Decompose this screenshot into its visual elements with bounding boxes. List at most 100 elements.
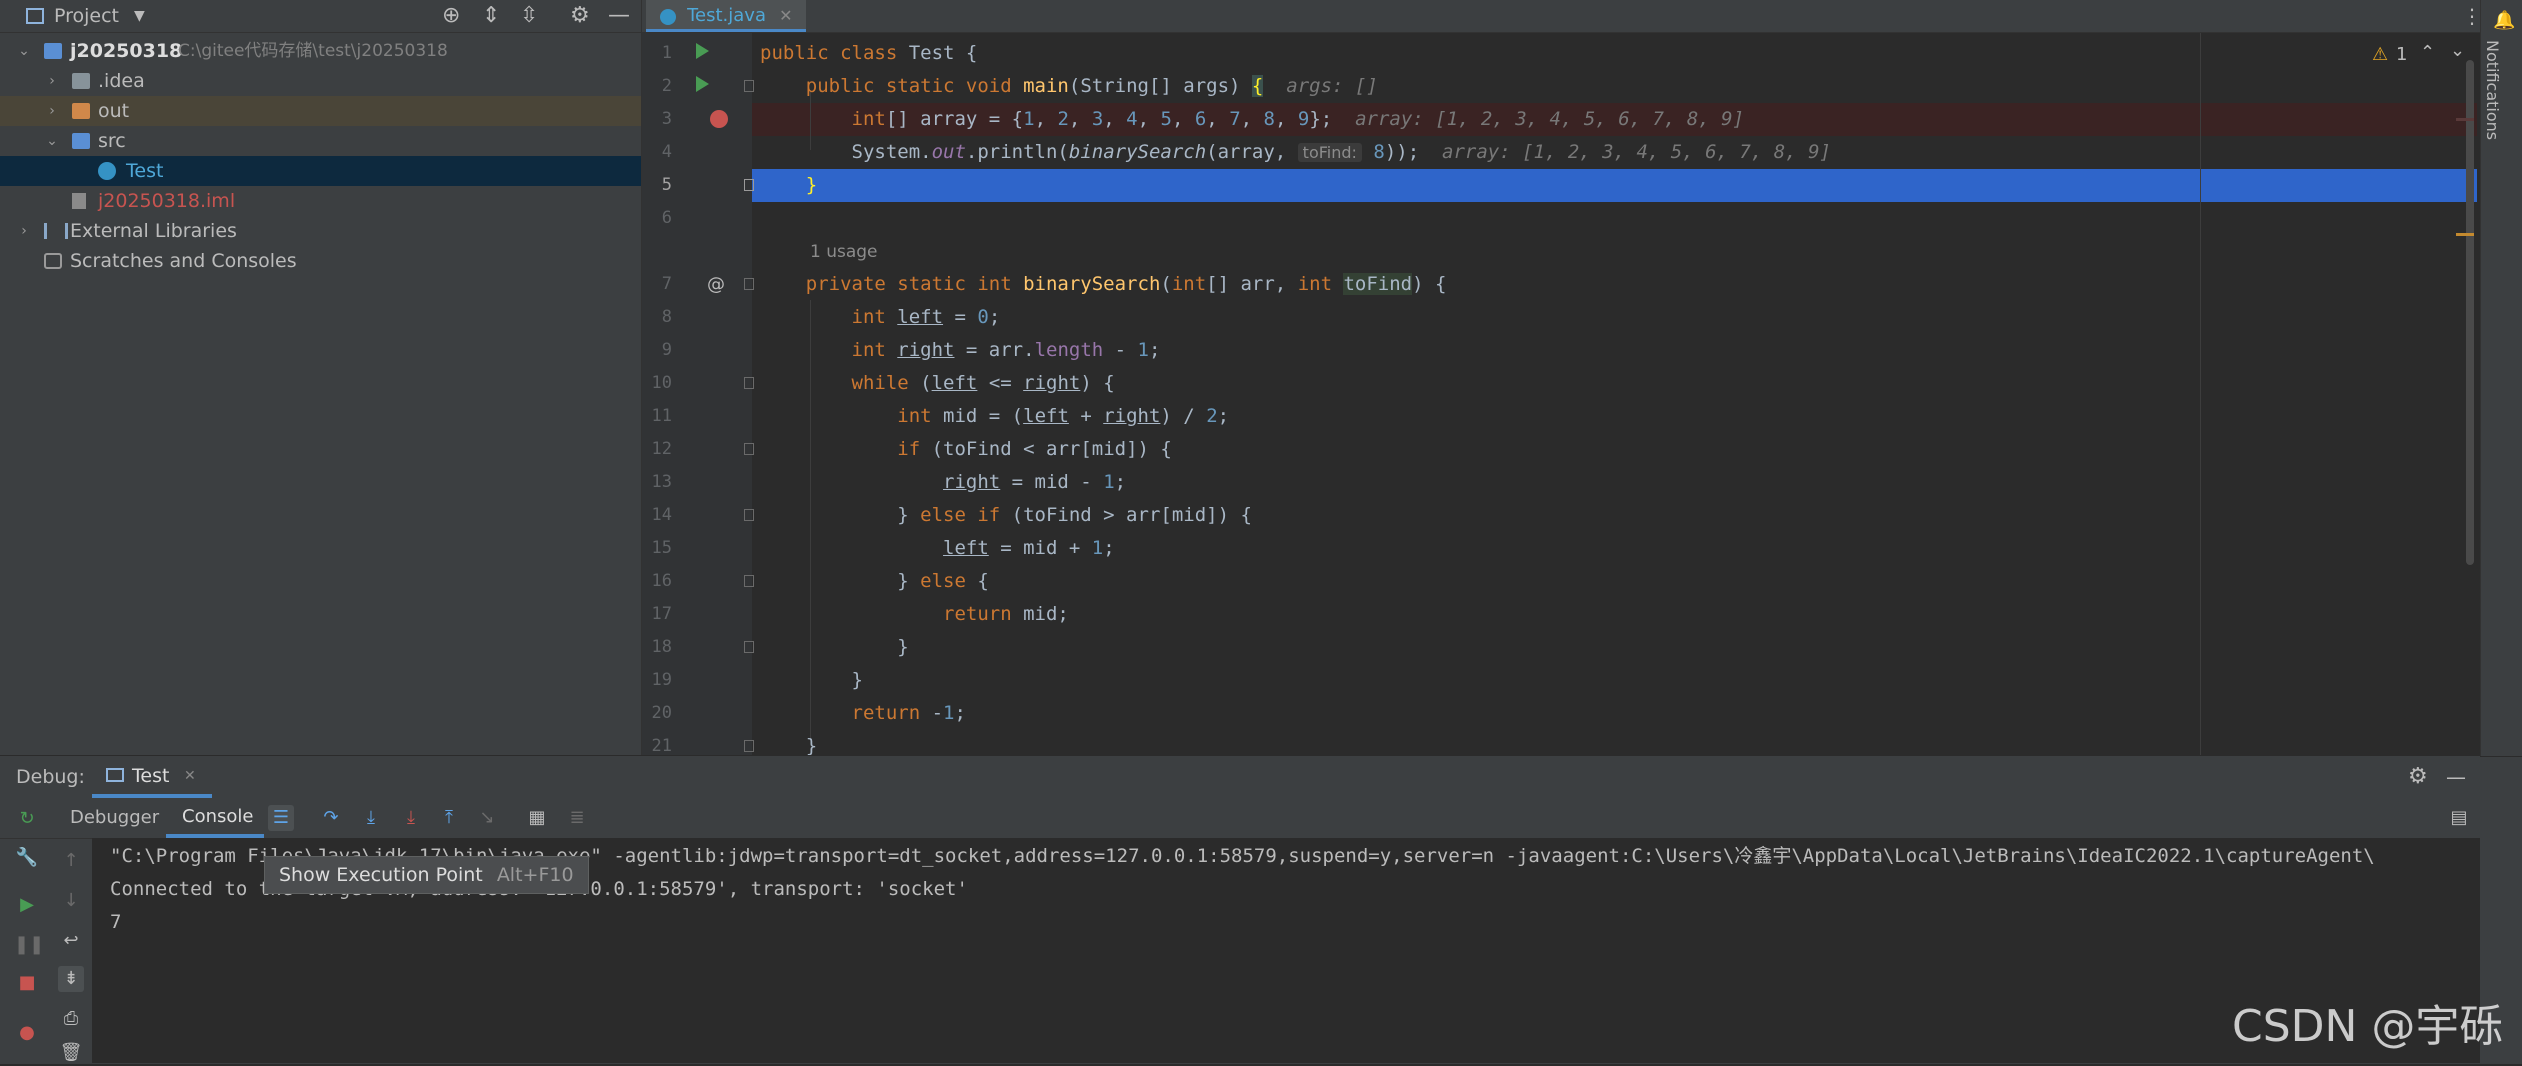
tree-item-external-libraries[interactable]: › External Libraries [0, 216, 641, 246]
stop-icon[interactable]: ■ [14, 970, 40, 996]
chevron-up-icon[interactable]: ⌃ [2420, 42, 2435, 63]
tab-debug-session[interactable]: Test ✕ [92, 756, 212, 798]
line-number: 3 [661, 109, 672, 129]
fold-marker-icon[interactable] [744, 179, 754, 191]
run-icon[interactable] [696, 76, 709, 92]
tree-item-test-class[interactable]: Test [0, 156, 641, 186]
more-vertical-icon[interactable]: ⋮ [2462, 0, 2482, 32]
code-line: } [760, 174, 818, 196]
breakpoint-icon[interactable] [710, 110, 728, 128]
rerun-icon[interactable]: ↻ [14, 806, 40, 832]
fold-marker-icon[interactable] [744, 641, 754, 653]
trace-stream-icon[interactable]: ≣ [564, 805, 590, 831]
force-step-into-icon[interactable]: ⤓ [398, 805, 424, 831]
tree-item-project-root[interactable]: ⌄ j20250318 C:\gitee代码存储\test\j20250318 [0, 36, 641, 66]
run-icon[interactable] [696, 43, 709, 59]
view-breakpoints-icon[interactable]: ● [14, 1020, 40, 1046]
tab-debugger[interactable]: Debugger [58, 798, 159, 838]
locate-icon[interactable]: ⊕ [442, 0, 460, 32]
step-out-icon[interactable]: ⤒ [436, 805, 462, 831]
tooltip: Show Execution Point Alt+F10 [264, 856, 589, 894]
minimize-icon[interactable]: — [608, 0, 630, 32]
code-line: int left = 0; [851, 306, 1001, 328]
line-number: 15 [651, 538, 672, 558]
line-number: 9 [661, 340, 672, 360]
project-panel-header: Project ▼ ⊕ ⇕ ⇳ ⚙ — [0, 0, 641, 33]
print-icon[interactable]: ⎙ [58, 1006, 84, 1032]
line-number: 11 [651, 406, 672, 426]
trash-icon[interactable]: 🗑 [58, 1040, 84, 1066]
usage-hint[interactable]: 1 usage [810, 236, 878, 268]
fold-marker-icon[interactable] [744, 80, 754, 92]
show-execution-point-icon[interactable]: ☰ [268, 805, 294, 831]
class-icon [98, 162, 116, 180]
source-folder-icon [72, 133, 90, 149]
pause-icon[interactable]: ❚❚ [14, 932, 44, 958]
tree-item-label: Test [126, 160, 164, 182]
expand-all-icon[interactable]: ⇕ [482, 0, 500, 32]
run-to-cursor-icon[interactable]: ↘ [474, 805, 500, 831]
fold-marker-icon[interactable] [744, 509, 754, 521]
tree-item-label: .idea [98, 70, 145, 92]
chevron-down-icon[interactable]: ⌄ [42, 126, 62, 156]
close-icon[interactable]: ✕ [184, 756, 196, 796]
wrench-icon[interactable]: 🔧 [14, 845, 40, 871]
override-icon: @ [707, 274, 725, 295]
error-stripe-marker[interactable] [2456, 118, 2474, 121]
error-stripe-marker[interactable] [2456, 233, 2474, 236]
tab-test-java[interactable]: Test.java ✕ [646, 0, 807, 32]
tree-item-label: j20250318 [70, 40, 183, 62]
editor-scrollbar[interactable] [2466, 60, 2474, 565]
down-arrow-icon[interactable]: ↓ [58, 888, 84, 914]
console-line: 7 [110, 911, 122, 933]
code-line: right = mid - 1; [943, 471, 1127, 493]
line-number: 17 [651, 604, 672, 624]
tree-item-label: out [98, 100, 130, 122]
notifications-label[interactable]: Notifications [2483, 40, 2502, 140]
fold-marker-icon[interactable] [744, 443, 754, 455]
layout-icon[interactable]: ▤ [2446, 805, 2472, 831]
scratches-icon [44, 253, 62, 269]
resume-icon[interactable]: ▶ [14, 892, 40, 918]
project-panel-title[interactable]: Project [54, 0, 119, 32]
gear-icon[interactable]: ⚙ [570, 0, 590, 32]
chevron-right-icon[interactable]: › [14, 216, 34, 246]
evaluate-expression-icon[interactable]: ▦ [524, 805, 550, 831]
chevron-right-icon[interactable]: › [42, 96, 62, 126]
step-into-icon[interactable]: ⤓ [358, 805, 384, 831]
close-icon[interactable]: ✕ [779, 6, 792, 25]
code-line: int mid = (left + right) / 2; [897, 405, 1230, 427]
folder-icon [72, 73, 90, 89]
chevron-down-icon[interactable]: ⌄ [14, 36, 34, 66]
tab-console[interactable]: Console [166, 798, 264, 838]
warning-count[interactable]: 1 [2396, 44, 2407, 65]
tree-item-idea[interactable]: › .idea [0, 66, 641, 96]
line-number: 1 [661, 43, 672, 63]
tree-item-iml[interactable]: j20250318.iml [0, 186, 641, 216]
warning-icon[interactable]: ⚠ [2372, 44, 2388, 65]
chevron-down-icon[interactable]: ▼ [134, 0, 145, 32]
tree-item-src[interactable]: ⌄ src [0, 126, 641, 156]
collapse-all-icon[interactable]: ⇳ [520, 0, 538, 32]
fold-marker-icon[interactable] [744, 278, 754, 290]
minimize-icon[interactable]: — [2446, 756, 2466, 798]
notifications-icon[interactable]: 🔔 [2493, 10, 2515, 31]
scroll-to-end-icon[interactable]: ⇟ [58, 966, 84, 992]
code-line: } [760, 636, 909, 658]
code-line: return -1; [851, 702, 966, 724]
soft-wrap-icon[interactable]: ↩ [58, 928, 84, 954]
line-number: 14 [651, 505, 672, 525]
gear-icon[interactable]: ⚙ [2408, 756, 2428, 798]
fold-marker-icon[interactable] [744, 740, 754, 752]
tree-item-out[interactable]: › out [0, 96, 641, 126]
tree-item-scratches[interactable]: Scratches and Consoles [0, 246, 641, 276]
library-icon [44, 223, 68, 239]
fold-marker-icon[interactable] [744, 377, 754, 389]
chevron-down-icon[interactable]: ⌄ [2450, 40, 2465, 61]
tree-item-label: src [98, 130, 126, 152]
up-arrow-icon[interactable]: ↑ [58, 848, 84, 874]
fold-marker-icon[interactable] [744, 575, 754, 587]
project-view-icon[interactable] [26, 8, 44, 24]
chevron-right-icon[interactable]: › [42, 66, 62, 96]
step-over-icon[interactable]: ↷ [318, 805, 344, 831]
